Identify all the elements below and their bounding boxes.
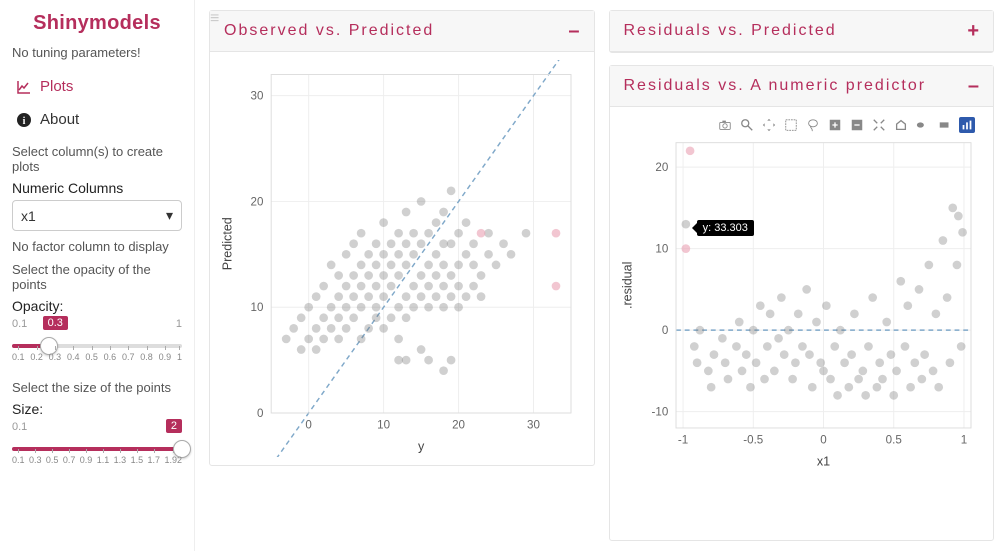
svg-text:30: 30 — [527, 418, 540, 431]
opacity-max: 1 — [176, 318, 182, 330]
info-icon: i — [16, 112, 32, 128]
svg-text:y: y — [418, 440, 425, 454]
size-label: Size: — [12, 401, 182, 417]
zoom-out-icon[interactable] — [849, 117, 865, 133]
svg-text:20: 20 — [655, 161, 668, 174]
box-select-icon[interactable] — [783, 117, 799, 133]
lasso-icon[interactable] — [805, 117, 821, 133]
opacity-min: 0.1 — [12, 318, 27, 330]
spike-line-icon[interactable] — [915, 117, 931, 133]
chart-residuals-numeric[interactable]: -1 -0.5 0 0.5 1 -10 0 10 20 x1 .residual — [618, 133, 986, 471]
main-content: Observed vs. Predicted – 01020300102030y… — [195, 0, 1008, 551]
zoom-icon[interactable] — [739, 117, 755, 133]
size-prompt: Select the size of the points — [12, 380, 182, 395]
numeric-columns-value: x1 — [21, 208, 36, 224]
reset-axes-icon[interactable] — [893, 117, 909, 133]
panel-title-res-num: Residuals vs. A numeric predictor — [624, 77, 927, 95]
svg-text:0: 0 — [820, 433, 826, 446]
opacity-slider[interactable]: 0.1 0.3 1 0.10.20.30.40.50.60.70.80.91 — [12, 318, 182, 362]
panel-header-observed-predicted[interactable]: Observed vs. Predicted – — [210, 11, 594, 52]
brand-title: Shinymodels — [12, 12, 182, 35]
caret-down-icon: ▾ — [166, 207, 173, 224]
autoscale-icon[interactable] — [871, 117, 887, 133]
expand-icon[interactable]: + — [967, 21, 979, 41]
svg-text:0: 0 — [661, 324, 667, 337]
svg-text:1: 1 — [960, 433, 966, 446]
plotly-modebar — [618, 115, 986, 133]
svg-text:10: 10 — [377, 418, 390, 431]
svg-text:0.5: 0.5 — [885, 433, 901, 446]
svg-text:-0.5: -0.5 — [743, 433, 763, 446]
no-tuning-text: No tuning parameters! — [12, 45, 182, 60]
svg-text:Predicted: Predicted — [221, 217, 235, 270]
size-min: 0.1 — [12, 421, 27, 433]
camera-icon[interactable] — [717, 117, 733, 133]
hover-icon[interactable] — [937, 117, 953, 133]
opacity-label: Opacity: — [12, 298, 182, 314]
chart-line-icon — [16, 79, 32, 95]
size-slider[interactable]: 0.1 2 2 0.10.30.50.70.91.11.31.51.71.92 — [12, 421, 182, 465]
svg-text:.residual: .residual — [620, 262, 634, 309]
nav-about[interactable]: i About — [12, 103, 182, 136]
panel-header-res-num[interactable]: Residuals vs. A numeric predictor – — [610, 66, 994, 107]
panel-title-res-pred: Residuals vs. Predicted — [624, 22, 837, 40]
nav-plots-label: Plots — [40, 78, 73, 95]
panel-title-obs-pred: Observed vs. Predicted — [224, 22, 434, 40]
panel-header-res-pred[interactable]: Residuals vs. Predicted + — [610, 11, 994, 52]
sidebar: Shinymodels No tuning parameters! Plots … — [0, 0, 195, 551]
hamburger-icon[interactable]: ≡ — [210, 10, 219, 28]
svg-text:0: 0 — [305, 418, 311, 431]
numeric-columns-label: Numeric Columns — [12, 180, 182, 196]
size-value-bubble: 2 — [166, 419, 182, 433]
svg-text:20: 20 — [251, 195, 264, 208]
svg-text:10: 10 — [655, 243, 668, 256]
svg-text:-1: -1 — [677, 433, 687, 446]
select-columns-prompt: Select column(s) to create plots — [12, 144, 182, 174]
opacity-prompt: Select the opacity of the points — [12, 262, 182, 292]
no-factor-text: No factor column to display — [12, 239, 182, 254]
collapse-icon[interactable]: – — [568, 21, 579, 41]
panel-observed-predicted: Observed vs. Predicted – 0 10 20 30 0 10 20 30 y… — [209, 10, 595, 466]
pan-icon[interactable] — [761, 117, 777, 133]
svg-text:-10: -10 — [651, 406, 668, 419]
zoom-in-icon[interactable] — [827, 117, 843, 133]
opacity-value-bubble: 0.3 — [43, 316, 68, 330]
svg-text:0: 0 — [257, 407, 263, 420]
panel-residuals-predicted: Residuals vs. Predicted + — [609, 10, 995, 53]
svg-text:10: 10 — [251, 301, 264, 314]
svg-text:i: i — [23, 116, 26, 127]
nav-about-label: About — [40, 111, 79, 128]
nav-plots[interactable]: Plots — [12, 70, 182, 103]
panel-residuals-numeric: Residuals vs. A numeric predictor – — [609, 65, 995, 541]
svg-text:20: 20 — [452, 418, 465, 431]
plotly-logo-icon[interactable] — [959, 117, 975, 133]
chart-observed-predicted[interactable]: 0 10 20 30 0 10 20 30 y Predicted — [218, 60, 586, 457]
svg-text:30: 30 — [251, 90, 264, 103]
collapse-icon[interactable]: – — [968, 76, 979, 96]
svg-text:x1: x1 — [816, 455, 829, 469]
chart-tooltip: y: 33.303 — [697, 220, 754, 236]
numeric-columns-select[interactable]: x1 ▾ — [12, 200, 182, 231]
